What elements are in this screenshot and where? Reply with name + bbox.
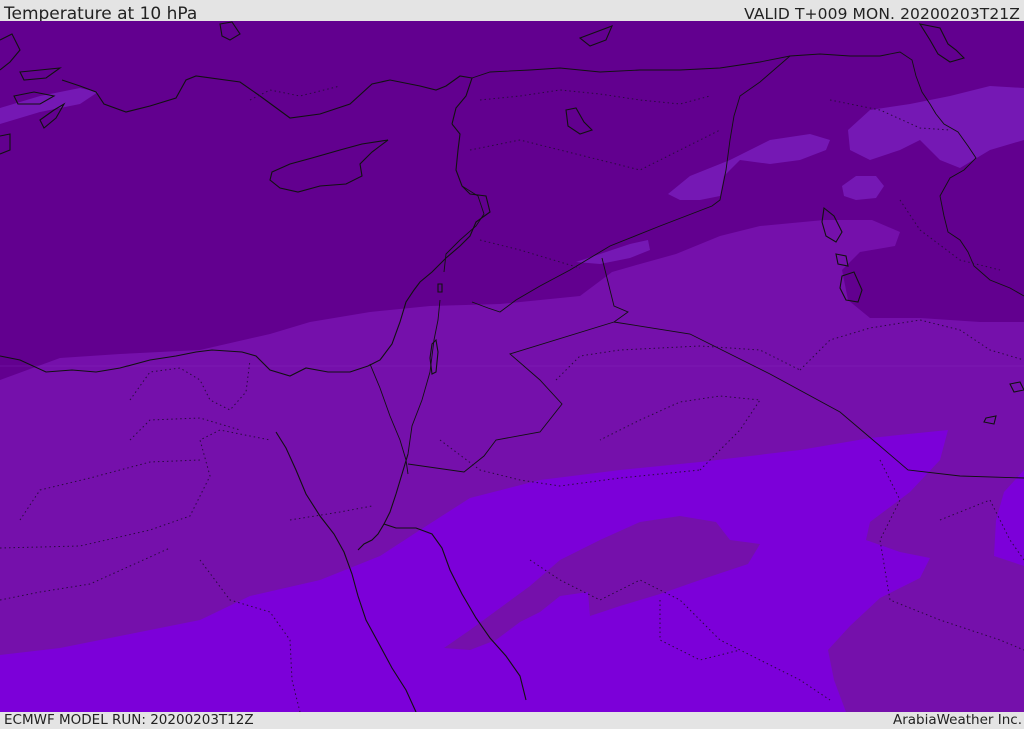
footer-bar: ECMWF MODEL RUN: 20200203T12Z ArabiaWeat… — [0, 712, 1024, 729]
header-bar: Temperature at 10 hPa VALID T+009 MON. 2… — [0, 0, 1024, 24]
map-canvas — [0, 21, 1024, 712]
model-run: ECMWF MODEL RUN: 20200203T12Z — [4, 712, 254, 728]
temperature-map[interactable] — [0, 21, 1024, 712]
credit: ArabiaWeather Inc. — [892, 712, 1022, 728]
